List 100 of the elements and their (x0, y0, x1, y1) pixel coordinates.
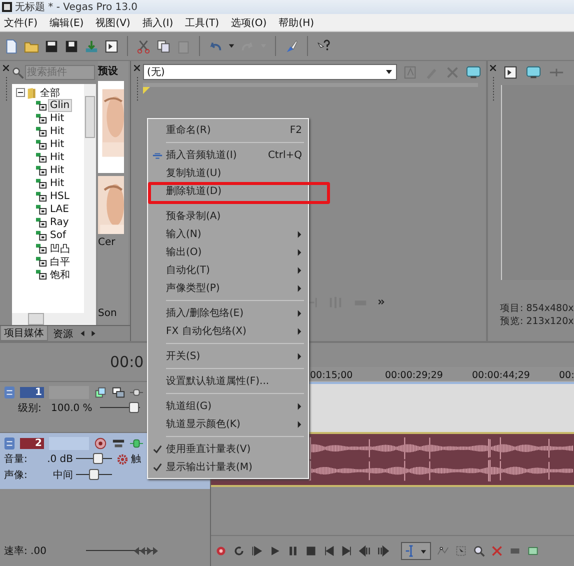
menu-item[interactable]: 自动化(T) (166, 263, 308, 277)
tree-item[interactable]: LAE (49, 204, 70, 215)
pause-icon[interactable] (287, 545, 299, 557)
control-value: 100.0 % (51, 402, 91, 414)
search-icon (12, 66, 24, 78)
grip-icon[interactable] (4, 77, 8, 101)
tree-item[interactable]: 白平 (49, 254, 71, 268)
scroll-right-icon[interactable] (89, 329, 98, 338)
insert-fx-icon[interactable] (130, 436, 143, 450)
composite-icon[interactable] (94, 386, 107, 398)
track-number: 1 (20, 386, 44, 398)
selection-tool-icon[interactable] (455, 545, 467, 557)
menu-item[interactable]: 视图(V) (96, 16, 130, 30)
menu-item[interactable]: FX 自动化包络(X) (166, 324, 308, 338)
menu-item[interactable]: 开关(S) (166, 349, 308, 363)
properties-icon[interactable] (104, 38, 119, 54)
close-icon[interactable] (134, 65, 140, 71)
loop-icon[interactable] (233, 545, 245, 557)
tree-item[interactable]: 全部 (39, 86, 61, 100)
plugin-icon (36, 269, 47, 280)
menu-item[interactable]: 文件(F) (4, 16, 38, 30)
record-icon[interactable] (94, 436, 107, 450)
tree-item[interactable]: 饱和 (49, 268, 71, 282)
next-frame-icon[interactable] (377, 545, 389, 557)
brush-icon[interactable] (284, 38, 299, 54)
zoom-icon[interactable] (473, 545, 485, 557)
fx-dropdown[interactable]: (无) (143, 64, 397, 80)
slider[interactable] (76, 469, 112, 481)
menu-item[interactable]: 输出(O) (166, 245, 308, 259)
copy-icon[interactable] (156, 38, 171, 54)
play-from-start-icon[interactable] (251, 545, 263, 557)
plugin-icon (36, 100, 47, 111)
save-as-icon[interactable] (64, 38, 79, 54)
tree-item[interactable]: Hit (49, 113, 66, 124)
menu-item[interactable]: 编辑(E) (50, 16, 84, 30)
preset-label[interactable]: Son (98, 308, 117, 319)
new-file-icon[interactable] (4, 38, 19, 54)
go-to-end-icon[interactable] (341, 545, 353, 557)
slider[interactable] (76, 453, 112, 465)
envelope-tool-icon[interactable] (437, 545, 449, 557)
go-to-start-icon[interactable] (323, 545, 335, 557)
preview-info: 预览: 213x120x (499, 315, 574, 328)
save-icon[interactable] (44, 38, 59, 54)
close-icon[interactable] (3, 65, 9, 71)
menu-item[interactable]: 重命名(R) F2 (166, 123, 308, 137)
menu-item[interactable]: 删除轨道(D) (166, 184, 308, 198)
record-icon[interactable] (215, 545, 227, 557)
minimize-icon[interactable] (4, 386, 15, 398)
menu-item[interactable]: 输入(N) (166, 227, 308, 241)
tree-item[interactable]: Ray (49, 217, 70, 228)
presets-heading: 预设 (98, 64, 118, 78)
menu-item[interactable]: 复制轨道(U) (166, 166, 308, 180)
snap-icon[interactable] (527, 545, 539, 557)
motion-icon[interactable] (112, 386, 125, 398)
tree-item[interactable]: Hit (49, 178, 66, 189)
tree-item[interactable]: Hit (49, 139, 66, 150)
vertical-scrollbar[interactable] (84, 84, 96, 313)
menu-item[interactable]: 插入(I) (142, 16, 174, 30)
tree-item[interactable]: Hit (49, 152, 66, 163)
menu-item[interactable]: 声像类型(P) (166, 281, 308, 295)
rate-slider[interactable] (86, 545, 156, 557)
preset-label[interactable]: Cer (98, 237, 116, 248)
scroll-left-icon[interactable] (78, 329, 87, 338)
close-icon[interactable] (490, 65, 496, 71)
app-icon (2, 2, 12, 12)
menu-item[interactable]: 插入音频轨道(I) Ctrl+Q (166, 148, 308, 162)
slider[interactable] (100, 402, 140, 414)
tree-item[interactable]: Sof (49, 230, 67, 241)
dock-tab[interactable]: 资源 (50, 326, 76, 340)
tree-item[interactable]: Hit (49, 126, 66, 137)
menu-item[interactable]: 选项(O) (231, 16, 267, 30)
slider-thumb[interactable] (134, 545, 158, 557)
menu-item[interactable]: 插入/删除包络(E) (166, 306, 308, 320)
menu-item[interactable]: 帮助(H) (278, 16, 314, 30)
control-label: 音量: (4, 452, 28, 466)
horizontal-scrollbar[interactable] (12, 313, 96, 325)
properties-icon[interactable] (503, 64, 518, 80)
minimize-icon[interactable] (4, 436, 15, 450)
edit-tool-button[interactable] (401, 542, 431, 560)
menu-item[interactable]: 工具(T) (185, 16, 220, 30)
cut-icon[interactable] (136, 38, 151, 54)
stop-icon[interactable] (305, 545, 317, 557)
play-icon[interactable] (269, 545, 281, 557)
monitor-icon[interactable] (526, 64, 541, 80)
grip-icon[interactable] (136, 77, 138, 101)
collapse-toggle[interactable] (16, 88, 25, 97)
previous-frame-icon[interactable] (359, 545, 371, 557)
plugin-icon (36, 256, 47, 267)
tree-item[interactable]: Glin (49, 100, 71, 111)
caret-icon (385, 68, 393, 76)
plugin-icon (36, 243, 47, 254)
dock-tab[interactable]: 项目媒体 (0, 326, 48, 341)
plugin-icon (36, 165, 47, 176)
tree-item[interactable]: Hit (49, 165, 66, 176)
monitor-icon[interactable] (466, 64, 481, 80)
tree-item[interactable]: HSL (49, 191, 70, 202)
gear-icon[interactable] (117, 454, 128, 464)
tree-item[interactable]: 凹凸 (49, 242, 71, 256)
grip-icon[interactable] (492, 77, 494, 101)
menu-item[interactable]: 预备录制(A) (166, 209, 308, 223)
